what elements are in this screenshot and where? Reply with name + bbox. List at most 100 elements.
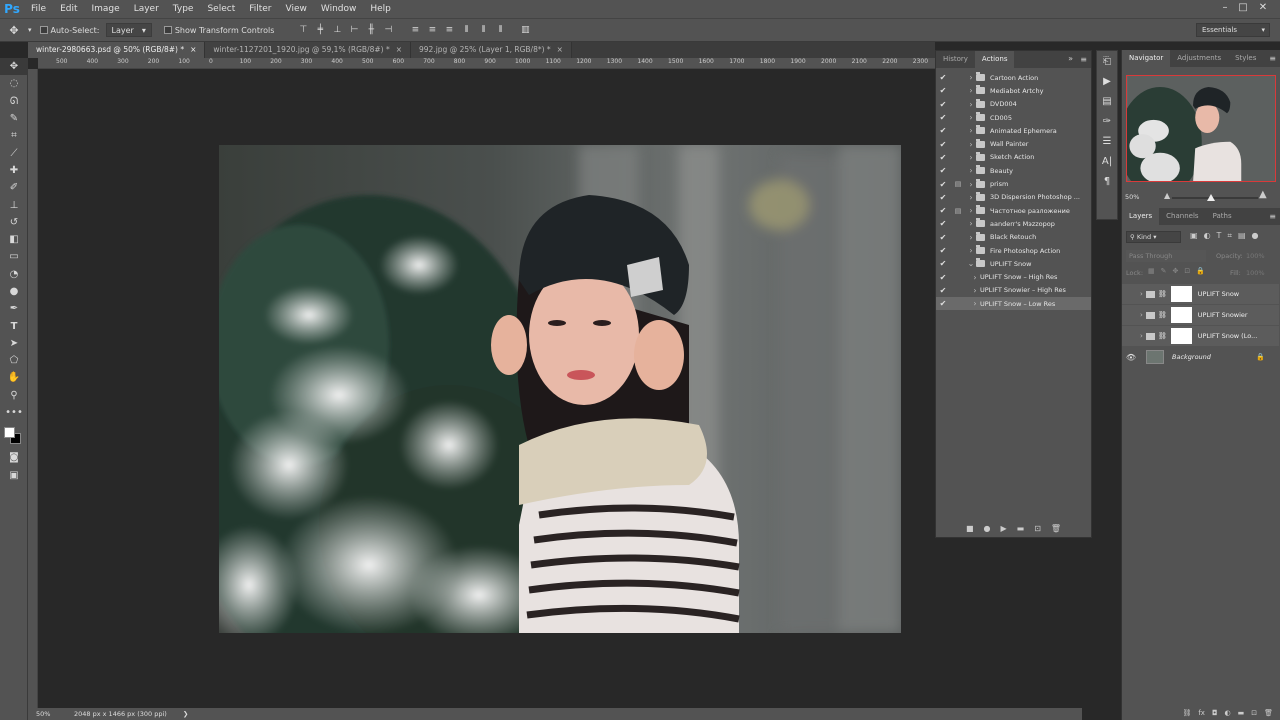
action-toggle-icon[interactable]: ✔ — [936, 153, 950, 162]
layer-thumbnail[interactable] — [1146, 350, 1164, 364]
expand-caret-icon[interactable]: › — [966, 180, 976, 189]
menu-type[interactable]: Type — [166, 0, 201, 18]
pen-icon[interactable]: ✒ — [0, 300, 28, 317]
close-tab-icon[interactable]: × — [396, 45, 402, 54]
dialog-toggle-icon[interactable] — [952, 219, 964, 228]
align-hcenter-icon[interactable]: ╫ — [365, 24, 377, 36]
action-item[interactable]: ✔ › UPLIFT Snow – Low Res — [936, 297, 1091, 311]
close-icon[interactable]: ✕ — [1256, 2, 1270, 14]
expand-caret-icon[interactable]: › — [966, 246, 976, 255]
dialog-toggle-icon[interactable] — [952, 286, 964, 295]
stamp-icon[interactable]: ⊥ — [0, 196, 28, 213]
layer-filter-select[interactable]: ⚲ Kind ▾ — [1126, 231, 1181, 243]
menu-filter[interactable]: Filter — [242, 0, 278, 18]
minimize-icon[interactable]: – — [1218, 2, 1232, 14]
panel-menu-icon[interactable]: ≡ — [1080, 55, 1087, 64]
actions-panel-icon[interactable]: ▶ — [1097, 71, 1117, 91]
expand-caret-icon[interactable]: › — [966, 193, 976, 202]
layer-row[interactable]: › ⛓ UPLIFT Snowier — [1122, 305, 1279, 325]
align-vcenter-icon[interactable]: ╪ — [314, 24, 326, 36]
type-icon[interactable]: T — [0, 317, 28, 334]
quick-select-icon[interactable]: ✎ — [0, 110, 28, 127]
layer-row[interactable]: › ⛓ UPLIFT Snow — [1122, 284, 1279, 304]
fx-icon[interactable]: fx — [1198, 709, 1205, 717]
zoom-icon[interactable]: ⚲ — [0, 387, 28, 404]
action-item[interactable]: ✔ › Mediabot Artchy — [936, 84, 1091, 97]
action-item[interactable]: ✔ ▤ › Частотное разложение — [936, 204, 1091, 217]
action-item[interactable]: ✔ › Fire Photoshop Action — [936, 244, 1091, 257]
distribute-top-icon[interactable]: ≡ — [409, 24, 421, 36]
action-item[interactable]: ✔ ⌄ UPLIFT Snow — [936, 257, 1091, 270]
dialog-toggle-icon[interactable] — [952, 259, 964, 268]
filter-toggle-icon[interactable]: ● — [1252, 231, 1259, 241]
tab-adjustments[interactable]: Adjustments — [1170, 50, 1228, 67]
expand-caret-icon[interactable]: › — [966, 233, 976, 242]
expand-caret-icon[interactable]: › — [966, 206, 976, 215]
brush-icon[interactable]: ✐ — [0, 179, 28, 196]
expand-caret-icon[interactable]: › — [966, 113, 976, 122]
action-toggle-icon[interactable]: ✔ — [936, 219, 950, 228]
maximize-icon[interactable]: □ — [1236, 2, 1250, 14]
tab-styles[interactable]: Styles — [1228, 50, 1263, 67]
action-item[interactable]: ✔ › UPLIFT Snowier – High Res — [936, 284, 1091, 297]
zoom-in-icon[interactable]: ▲ — [1259, 189, 1267, 200]
dialog-toggle-icon[interactable] — [952, 233, 964, 242]
action-toggle-icon[interactable]: ✔ — [936, 193, 950, 202]
dialog-toggle-icon[interactable] — [952, 246, 964, 255]
layer-mask-thumbnail[interactable] — [1170, 286, 1192, 302]
menu-file[interactable]: File — [24, 0, 53, 18]
crop-icon[interactable]: ⌗ — [0, 127, 28, 144]
action-item[interactable]: ✔ › Cartoon Action — [936, 71, 1091, 84]
dialog-toggle-icon[interactable] — [952, 73, 964, 82]
action-toggle-icon[interactable]: ✔ — [936, 86, 950, 95]
align-bottom-icon[interactable]: ⊥ — [331, 24, 343, 36]
expand-caret-icon[interactable]: › — [966, 100, 976, 109]
panel-menu-icon[interactable]: ≡ — [1269, 212, 1276, 221]
auto-select-checkbox[interactable] — [39, 26, 48, 34]
distribute-left-icon[interactable]: ⦀ — [460, 24, 472, 36]
tab-layers[interactable]: Layers — [1122, 208, 1160, 225]
tab-history[interactable]: History — [936, 51, 975, 68]
character-panel-icon[interactable]: A| — [1097, 151, 1117, 171]
action-item[interactable]: ✔ › Wall Painter — [936, 137, 1091, 150]
navigator-zoom-slider[interactable] — [1172, 194, 1258, 201]
menu-select[interactable]: Select — [200, 0, 242, 18]
dialog-toggle-icon[interactable] — [952, 299, 964, 308]
action-item[interactable]: ✔ › Sketch Action — [936, 151, 1091, 164]
shape-icon[interactable]: ⬠ — [0, 352, 28, 369]
dialog-toggle-icon[interactable] — [952, 100, 964, 109]
lock-all-icon[interactable]: 🔒 — [1196, 267, 1205, 275]
filter-pixel-icon[interactable]: ▣ — [1190, 231, 1198, 241]
tab-actions[interactable]: Actions — [974, 51, 1015, 68]
menu-window[interactable]: Window — [314, 0, 364, 18]
action-toggle-icon[interactable]: ✔ — [936, 180, 950, 189]
action-toggle-icon[interactable]: ✔ — [936, 299, 950, 308]
action-toggle-icon[interactable]: ✔ — [936, 126, 950, 135]
play-icon[interactable]: ▶ — [1000, 524, 1006, 533]
opacity-value[interactable]: 100% — [1246, 252, 1265, 260]
dialog-toggle-icon[interactable] — [952, 113, 964, 122]
move-icon[interactable]: ✥ — [0, 58, 28, 76]
doc-tab-992[interactable]: 992.jpg @ 25% (Layer 1, RGB/8*) * × — [411, 42, 572, 58]
layer-mask-thumbnail[interactable] — [1170, 328, 1192, 344]
properties-panel-icon[interactable]: ☰ — [1097, 131, 1117, 151]
libraries-panel-icon[interactable]: ▤ — [1097, 91, 1117, 111]
expand-caret-icon[interactable]: › — [966, 219, 976, 228]
doc-tab-winter-psd[interactable]: winter-2980663.psd @ 50% (RGB/8#) * × — [28, 42, 206, 58]
quick-mask-icon[interactable]: ◙ — [0, 449, 28, 466]
action-toggle-icon[interactable]: ✔ — [936, 233, 950, 242]
new-layer-icon[interactable]: ⊡ — [1251, 709, 1257, 717]
workspace-select[interactable]: Essentials ▾ — [1196, 23, 1270, 37]
expand-caret-icon[interactable]: › — [966, 73, 976, 82]
foreground-color[interactable] — [4, 427, 15, 439]
layer-row[interactable]: › ⛓ UPLIFT Snow (Lo... — [1122, 326, 1279, 346]
dialog-toggle-icon[interactable] — [952, 126, 964, 135]
history-panel-icon[interactable]: ⎗ — [1097, 51, 1117, 71]
action-item[interactable]: ✔ › aanderr's Мэzzорор — [936, 217, 1091, 230]
record-icon[interactable]: ● — [984, 524, 991, 533]
canvas-area[interactable] — [38, 70, 935, 708]
action-item[interactable]: ✔ › Animated Ephemera — [936, 124, 1091, 137]
navigator-zoom[interactable]: 50% — [1125, 193, 1139, 201]
close-tab-icon[interactable]: × — [190, 45, 196, 54]
action-item[interactable]: ✔ › 3D Dispersion Photoshop ... — [936, 191, 1091, 204]
